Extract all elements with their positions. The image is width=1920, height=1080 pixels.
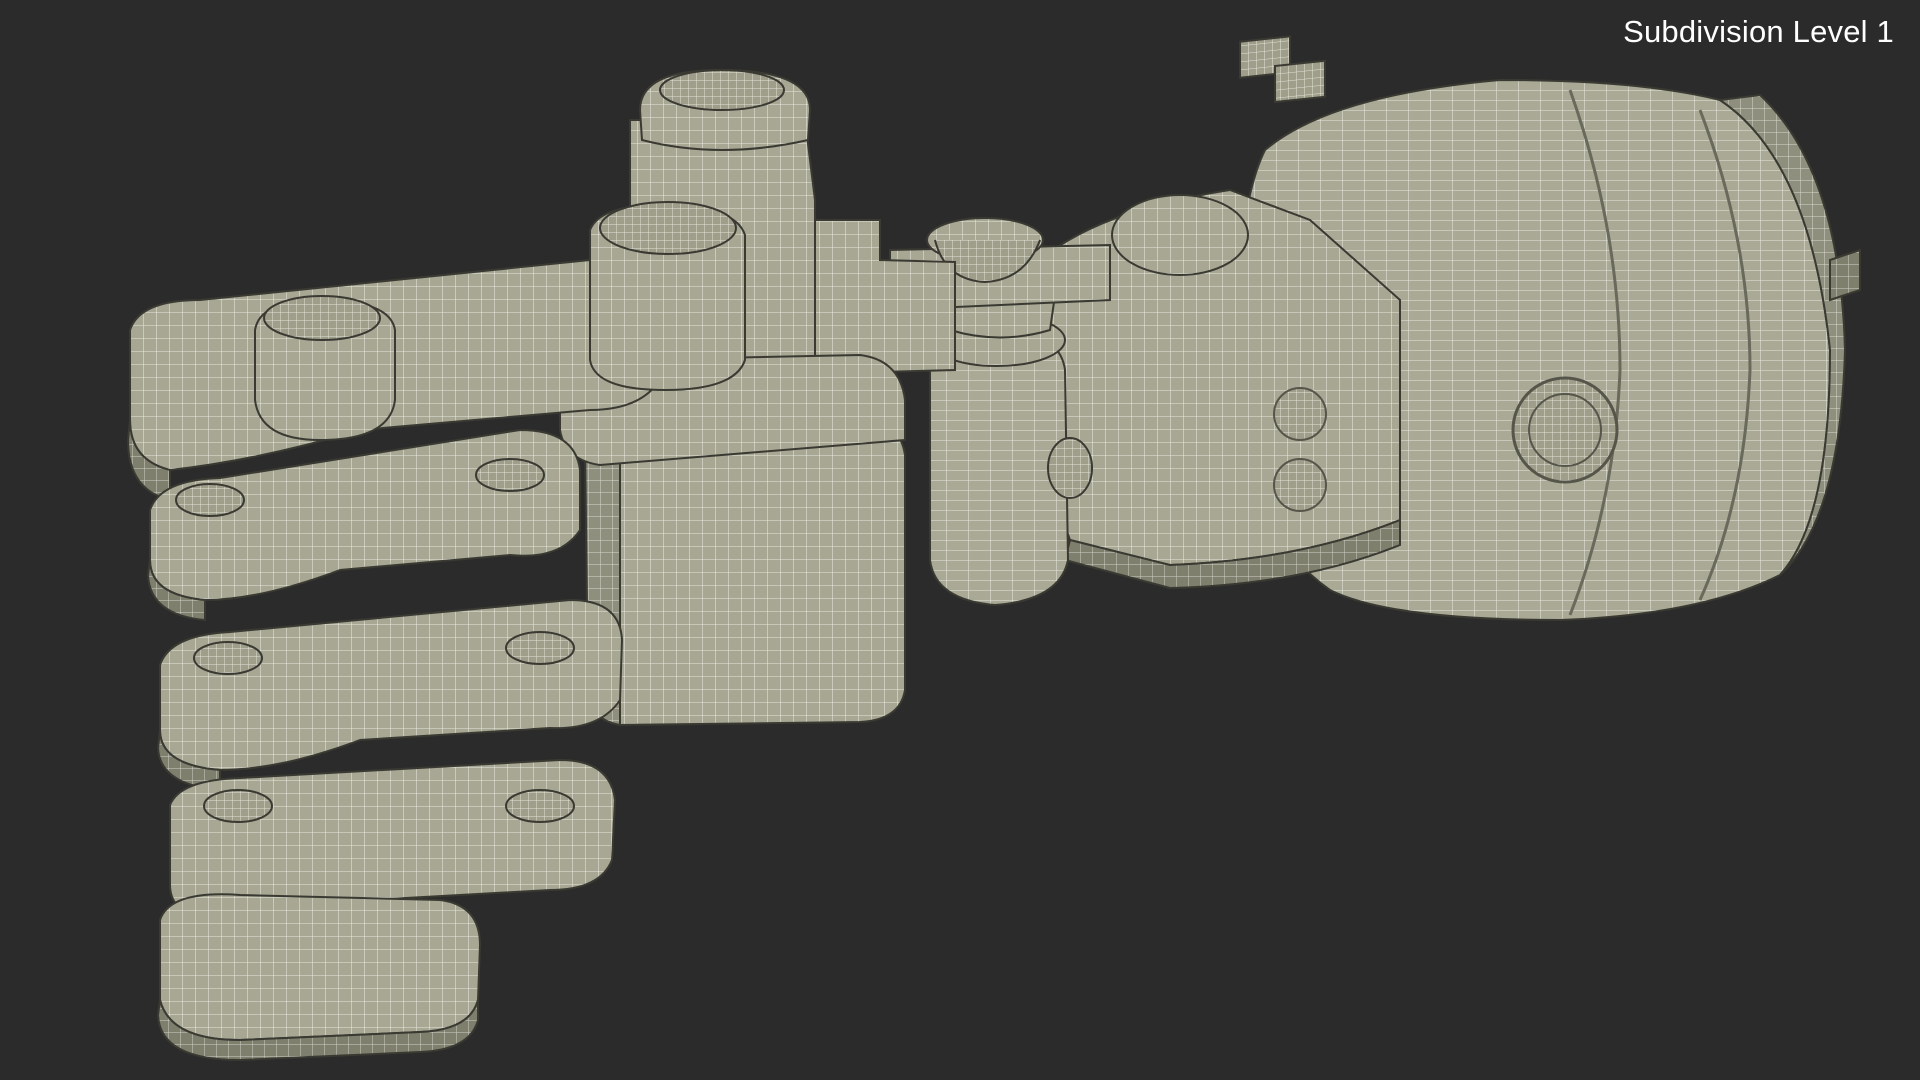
connector-clips <box>1239 35 1326 104</box>
finger-tips <box>156 893 482 1062</box>
subdivision-level-label: Subdivision Level 1 <box>1623 14 1894 49</box>
render-viewport: Subdivision Level 1 <box>0 0 1920 1080</box>
robotic-hand-model <box>126 35 1861 1062</box>
